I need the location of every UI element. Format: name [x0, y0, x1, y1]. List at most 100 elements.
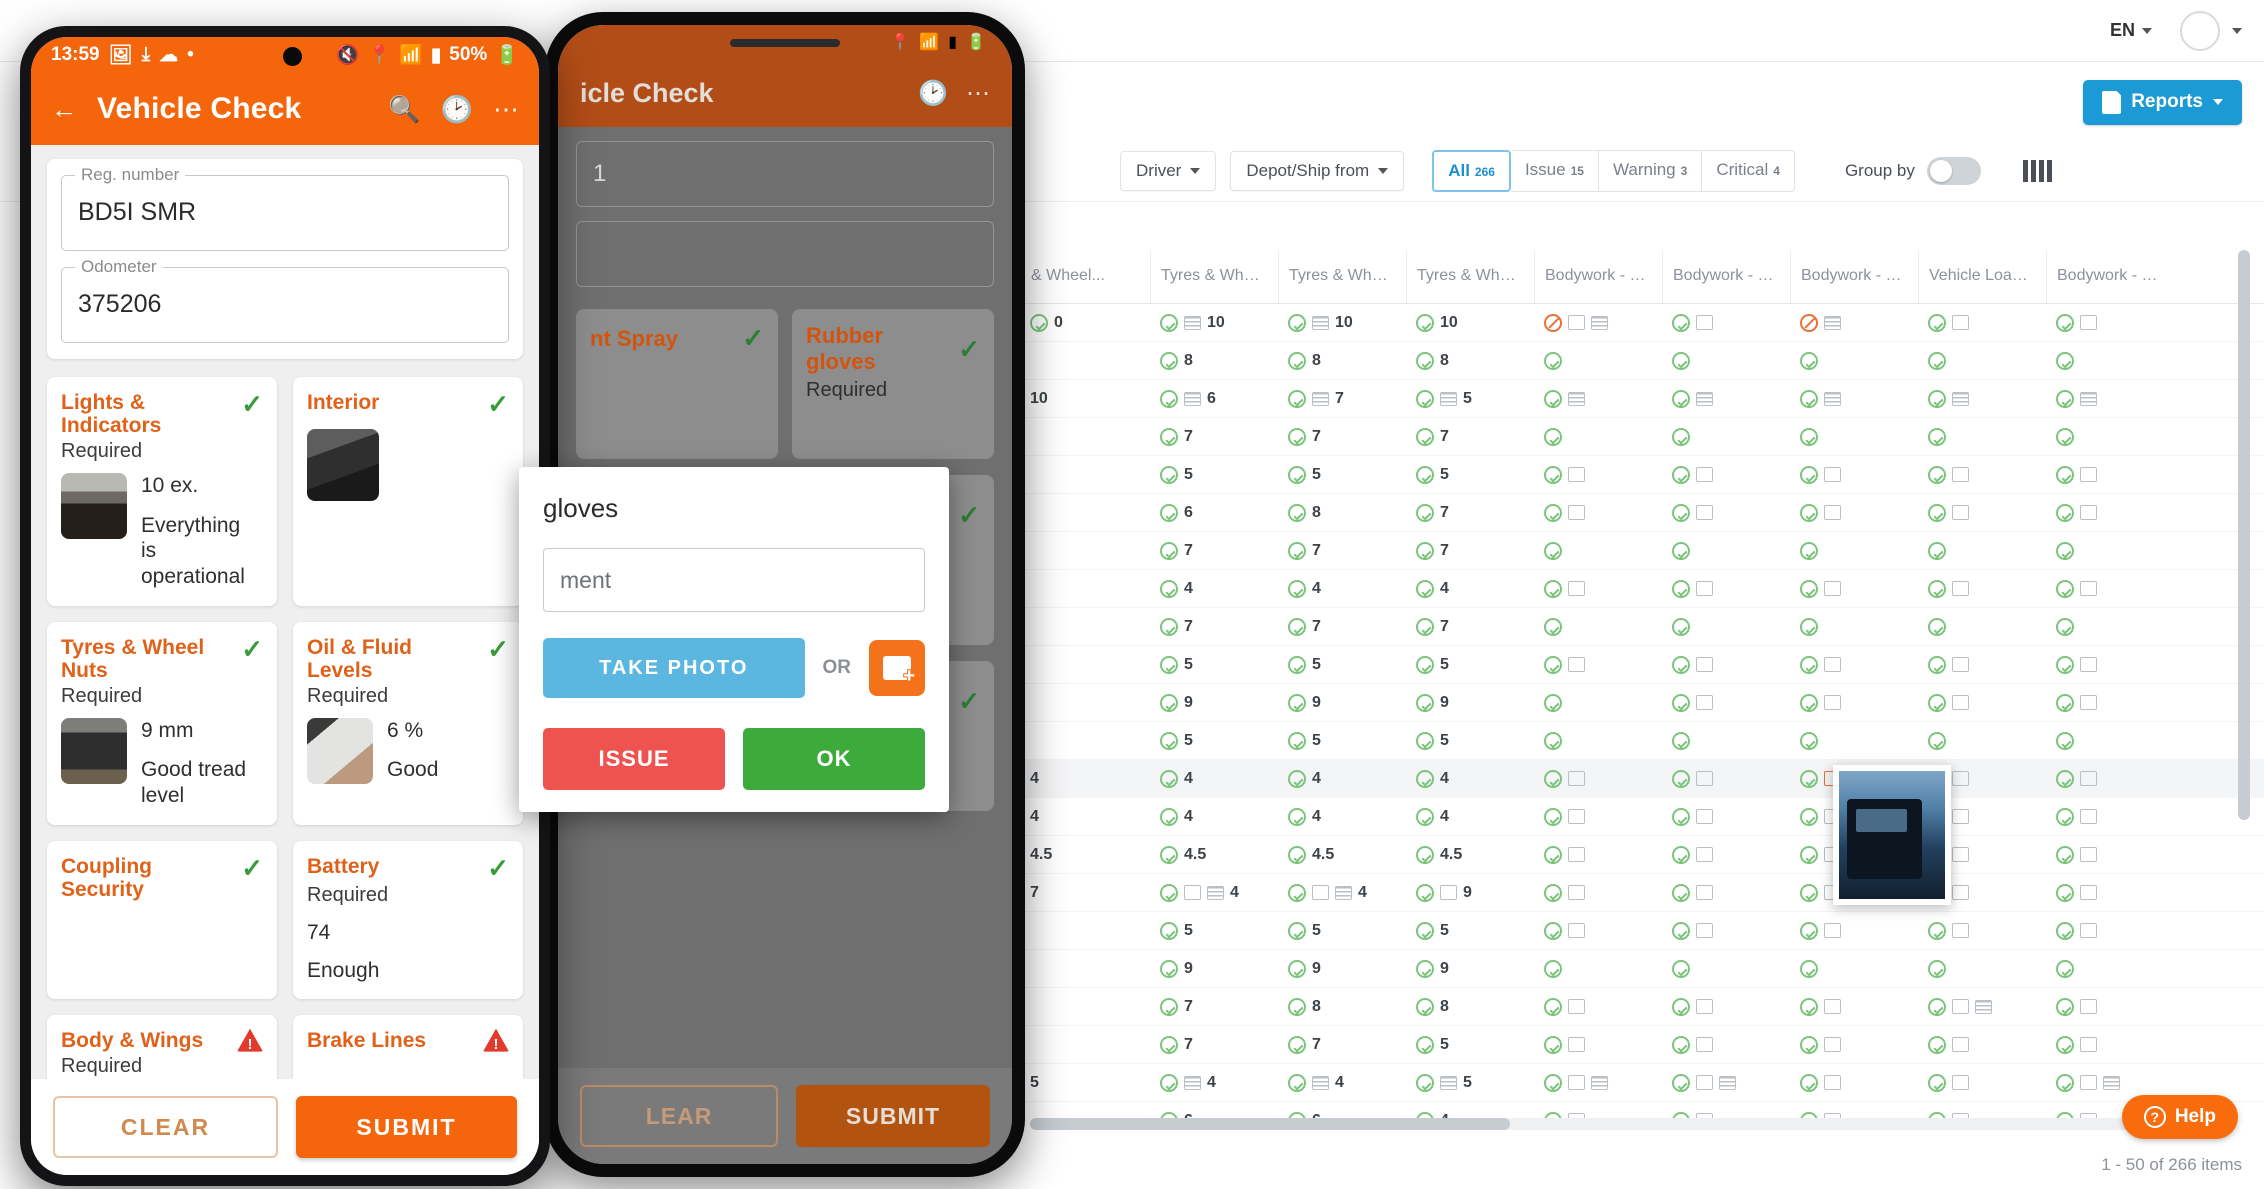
- table-cell[interactable]: 9: [1406, 883, 1534, 902]
- table-row[interactable]: 4.5 4.5 4.5 4.5: [1020, 836, 2264, 874]
- table-cell[interactable]: [1918, 997, 2046, 1016]
- table-cell[interactable]: 9: [1150, 693, 1278, 712]
- table-cell[interactable]: [1790, 693, 1918, 712]
- table-row[interactable]: 7 8 8: [1020, 988, 2264, 1026]
- comment-icon[interactable]: [1312, 391, 1329, 406]
- more-options-icon[interactable]: ⋯: [966, 79, 990, 108]
- card-photo-thumbnail[interactable]: [307, 429, 379, 501]
- table-cell[interactable]: 7: [1150, 427, 1278, 446]
- clear-button[interactable]: CLEAR: [53, 1096, 278, 1158]
- table-cell[interactable]: [1918, 389, 2046, 408]
- table-cell[interactable]: [1662, 617, 1790, 636]
- table-row[interactable]: 5 5 5: [1020, 912, 2264, 950]
- table-cell[interactable]: [2046, 693, 2174, 712]
- table-cell[interactable]: 4: [1278, 769, 1406, 788]
- image-icon[interactable]: [1952, 467, 1969, 482]
- table-cell[interactable]: [2046, 617, 2174, 636]
- table-cell[interactable]: [2046, 541, 2174, 560]
- table-cell[interactable]: [1662, 1035, 1790, 1054]
- card-photo-thumbnail[interactable]: [61, 473, 127, 540]
- column-header[interactable]: Tyres & Wheel...: [1150, 250, 1278, 303]
- comment-icon[interactable]: [1591, 315, 1608, 330]
- image-icon[interactable]: [1696, 581, 1713, 596]
- table-cell[interactable]: 4: [1406, 807, 1534, 826]
- table-row[interactable]: 7 7 7: [1020, 532, 2264, 570]
- comment-icon[interactable]: [1975, 999, 1992, 1014]
- column-header[interactable]: Bodywork - Dri...: [1662, 250, 1790, 303]
- table-row[interactable]: 6 8 7: [1020, 494, 2264, 532]
- table-cell[interactable]: [1662, 503, 1790, 522]
- history-icon[interactable]: 🕑: [918, 79, 948, 108]
- table-cell[interactable]: [1534, 617, 1662, 636]
- image-icon[interactable]: [1696, 1075, 1713, 1090]
- table-cell[interactable]: 9: [1406, 959, 1534, 978]
- depot-filter[interactable]: Depot/Ship from: [1230, 150, 1405, 191]
- image-icon[interactable]: [1568, 1075, 1585, 1090]
- image-icon[interactable]: [1440, 885, 1457, 900]
- comment-icon[interactable]: [2080, 391, 2097, 406]
- table-cell[interactable]: 9: [1278, 959, 1406, 978]
- image-icon[interactable]: [2080, 847, 2097, 862]
- table-cell[interactable]: [1662, 731, 1790, 750]
- table-cell[interactable]: [1662, 655, 1790, 674]
- column-header[interactable]: & Wheel...: [1020, 250, 1150, 303]
- table-cell[interactable]: [1662, 427, 1790, 446]
- table-cell[interactable]: [1534, 389, 1662, 408]
- comment-icon[interactable]: [2103, 1075, 2120, 1090]
- table-cell[interactable]: 9: [1278, 693, 1406, 712]
- table-cell[interactable]: [1662, 313, 1790, 332]
- driver-filter[interactable]: Driver: [1120, 150, 1217, 191]
- table-cell[interactable]: [1534, 427, 1662, 446]
- horizontal-scrollbar[interactable]: [1030, 1118, 2210, 1130]
- table-cell[interactable]: [1790, 579, 1918, 598]
- comment-icon[interactable]: [1312, 315, 1329, 330]
- table-cell[interactable]: 7: [1278, 389, 1406, 408]
- group-by-toggle[interactable]: [1926, 156, 1981, 185]
- table-cell[interactable]: [1662, 693, 1790, 712]
- table-cell[interactable]: 5: [1406, 465, 1534, 484]
- table-cell[interactable]: 7: [1406, 427, 1534, 446]
- image-icon[interactable]: [2080, 999, 2097, 1014]
- table-cell[interactable]: [2046, 883, 2174, 902]
- check-item-card[interactable]: Body & WingsRequired: [47, 1014, 277, 1079]
- phone2-reg-field[interactable]: 1: [576, 141, 994, 207]
- table-cell[interactable]: 4: [1278, 807, 1406, 826]
- table-cell[interactable]: 6: [1150, 503, 1278, 522]
- table-cell[interactable]: [2046, 351, 2174, 370]
- table-cell[interactable]: [2046, 503, 2174, 522]
- comment-icon[interactable]: [1207, 885, 1224, 900]
- table-cell[interactable]: [1534, 997, 1662, 1016]
- table-cell[interactable]: 7: [1150, 617, 1278, 636]
- reports-button[interactable]: Reports: [2083, 79, 2242, 125]
- table-row[interactable]: 0 10 10 10: [1020, 304, 2264, 342]
- check-item-card[interactable]: Battery ✓ Required 74 Enough: [293, 840, 523, 999]
- table-cell[interactable]: [1534, 465, 1662, 484]
- table-row[interactable]: 4 4 4 4: [1020, 798, 2264, 836]
- table-cell[interactable]: [1534, 579, 1662, 598]
- image-icon[interactable]: [1824, 1037, 1841, 1052]
- image-icon[interactable]: [1184, 885, 1201, 900]
- table-cell[interactable]: 5: [1278, 731, 1406, 750]
- table-cell[interactable]: [1918, 921, 2046, 940]
- image-icon[interactable]: [2080, 581, 2097, 596]
- status-filter-issue[interactable]: Issue 15: [1510, 149, 1599, 192]
- table-cell[interactable]: 4: [1150, 883, 1278, 902]
- image-icon[interactable]: [1824, 1075, 1841, 1090]
- column-header[interactable]: Bodywork - Pa...: [2046, 250, 2174, 303]
- table-cell[interactable]: [1534, 921, 1662, 940]
- table-row[interactable]: 7 4 4 9: [1020, 874, 2264, 912]
- image-icon[interactable]: [1696, 315, 1713, 330]
- table-cell[interactable]: [2046, 959, 2174, 978]
- table-row[interactable]: 4 4 4: [1020, 570, 2264, 608]
- table-cell[interactable]: 4: [1278, 579, 1406, 598]
- table-cell[interactable]: [1662, 1073, 1790, 1092]
- table-cell[interactable]: 10: [1406, 313, 1534, 332]
- image-icon[interactable]: [1568, 315, 1585, 330]
- more-options-icon[interactable]: ⋯: [493, 94, 519, 125]
- table-cell[interactable]: 8: [1406, 997, 1534, 1016]
- comment-icon[interactable]: [1568, 391, 1585, 406]
- table-cell[interactable]: [1662, 389, 1790, 408]
- phone2-check-item-card[interactable]: nt Spray ✓: [576, 309, 778, 459]
- image-icon[interactable]: [1952, 923, 1969, 938]
- phone2-submit-button[interactable]: SUBMIT: [796, 1085, 990, 1147]
